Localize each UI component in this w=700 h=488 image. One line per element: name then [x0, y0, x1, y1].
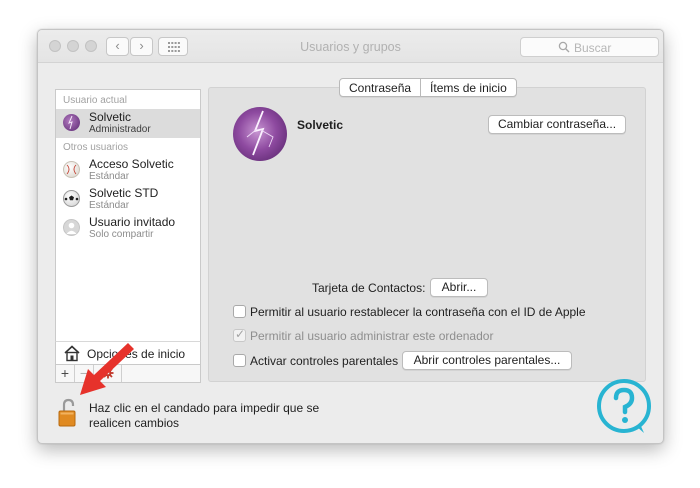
- other-users-header: Otros usuarios: [63, 142, 129, 153]
- red-arrow-annotation: [80, 343, 134, 395]
- user-row-solvetic-std[interactable]: Solvetic STD Estándar: [56, 185, 200, 214]
- open-contact-button[interactable]: Abrir...: [430, 278, 488, 297]
- lock-message-line1: Haz clic en el candado para impedir que …: [89, 401, 320, 415]
- search-icon: [558, 41, 570, 53]
- search-field[interactable]: Buscar: [520, 37, 659, 57]
- baseball-avatar: [63, 161, 80, 178]
- user-name: Acceso Solvetic: [89, 157, 174, 171]
- reset-with-apple-id-checkbox[interactable]: [233, 305, 246, 318]
- soccer-ball-avatar: [63, 190, 80, 207]
- lock-open-icon[interactable]: [58, 398, 78, 428]
- user-row-solvetic[interactable]: Solvetic Administrador: [56, 109, 200, 138]
- selected-user-name: Solvetic: [297, 118, 344, 132]
- watermark-logo: [597, 379, 651, 433]
- lightning-icon: [246, 110, 274, 156]
- allow-admin-checkbox[interactable]: ✓: [233, 327, 246, 342]
- tab-items-de-inicio[interactable]: Ítems de inicio: [421, 79, 516, 96]
- user-name: Solvetic: [89, 110, 132, 124]
- user-name: Usuario invitado: [89, 215, 176, 229]
- title-bar: ‹ › Usuarios y grupos Buscar: [38, 30, 663, 63]
- parental-controls-label: Activar controles parentales: [250, 354, 399, 368]
- change-password-button[interactable]: Cambiar contraseña...: [488, 115, 626, 134]
- tab-contrasena[interactable]: Contraseña: [340, 79, 420, 96]
- user-role: Estándar: [89, 200, 130, 211]
- user-list: Usuario actual Solvetic Administrador Ot…: [55, 89, 201, 352]
- current-user-header: Usuario actual: [63, 95, 127, 106]
- allow-admin-label: Permitir al usuario administrar este ord…: [250, 329, 494, 343]
- lock-message: Haz clic en el candado para impedir que …: [89, 401, 319, 431]
- tab-bar: Contraseña Ítems de inicio: [339, 78, 517, 97]
- user-name: Solvetic STD: [89, 186, 159, 200]
- open-parental-controls-button[interactable]: Abrir controles parentales...: [402, 351, 572, 370]
- contacts-card-label: Tarjeta de Contactos:: [312, 281, 426, 295]
- search-placeholder: Buscar: [574, 41, 612, 55]
- user-role: Solo compartir: [89, 229, 154, 240]
- user-row-usuario-invitado[interactable]: Usuario invitado Solo compartir: [56, 214, 200, 243]
- lock-message-line2: realicen cambios: [89, 416, 180, 430]
- guest-silhouette-avatar: [63, 219, 80, 236]
- purple-lightning-avatar: [63, 114, 80, 131]
- reset-with-apple-id-label: Permitir al usuario restablecer la contr…: [250, 305, 586, 319]
- user-row-acceso-solvetic[interactable]: Acceso Solvetic Estándar: [56, 156, 200, 185]
- parental-controls-checkbox[interactable]: [233, 354, 246, 367]
- user-role: Estándar: [89, 171, 130, 182]
- user-picture[interactable]: [233, 107, 287, 161]
- checkmark-icon: ✓: [235, 327, 246, 341]
- user-role: Administrador: [89, 124, 151, 135]
